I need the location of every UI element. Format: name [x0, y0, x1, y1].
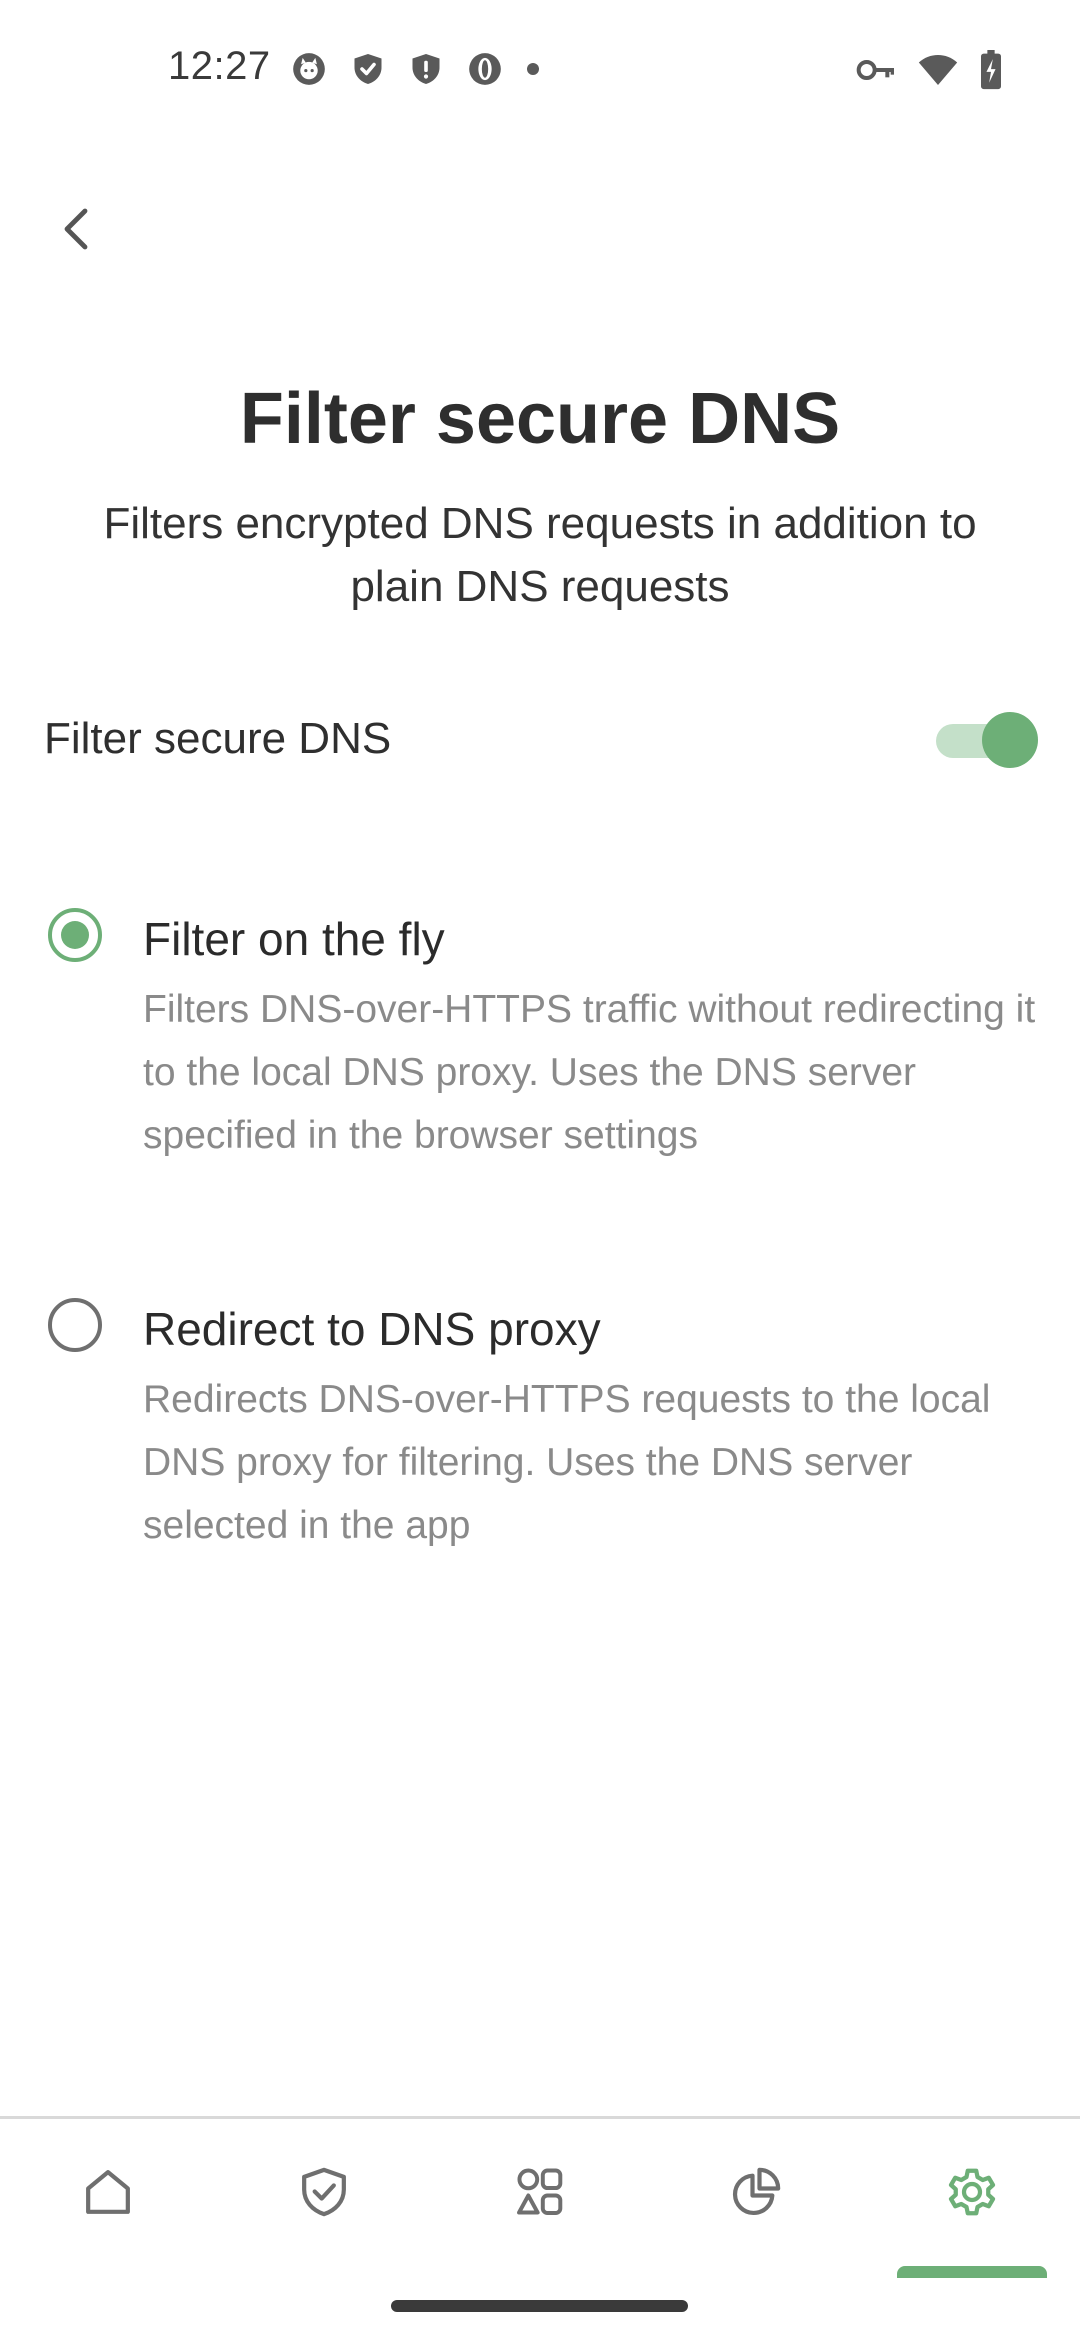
option-redirect-to-dns-proxy[interactable]: Redirect to DNS proxy Redirects DNS-over…: [0, 1290, 1080, 1570]
nav-home[interactable]: [0, 2119, 216, 2269]
nav-protection[interactable]: [216, 2119, 432, 2269]
gear-icon: [942, 2162, 1002, 2227]
switch-thumb: [982, 712, 1038, 768]
status-bar: 12:27: [0, 0, 1080, 140]
status-time: 12:27: [168, 44, 271, 88]
opera-icon: [466, 50, 504, 88]
option-description: Filters DNS-over-HTTPS traffic without r…: [143, 988, 1036, 1157]
filter-secure-dns-toggle-row[interactable]: Filter secure DNS: [0, 690, 1080, 790]
back-button[interactable]: [42, 196, 112, 266]
shield-check-icon: [296, 2164, 352, 2225]
option-title: Redirect to DNS proxy: [143, 1303, 601, 1355]
gesture-navigation-bar[interactable]: [391, 2300, 688, 2312]
status-icons-left: [290, 50, 540, 88]
option-filter-on-the-fly[interactable]: Filter on the fly Filters DNS-over-HTTPS…: [0, 900, 1080, 1180]
nav-apps[interactable]: [432, 2119, 648, 2269]
battery-charging-icon: [980, 50, 1002, 90]
github-cat-icon: [290, 50, 328, 88]
active-tab-indicator: [897, 2266, 1047, 2278]
nav-statistics[interactable]: [648, 2119, 864, 2269]
shield-check-icon: [350, 50, 386, 88]
home-icon: [80, 2164, 136, 2225]
page-title: Filter secure DNS: [239, 379, 841, 459]
wifi-icon: [918, 53, 958, 87]
status-icons-right: [856, 50, 1002, 90]
vpn-key-icon: [856, 55, 896, 85]
toggle-label: Filter secure DNS: [44, 714, 392, 763]
radio-redirect-to-dns-proxy[interactable]: [48, 1298, 102, 1352]
nav-settings[interactable]: [864, 2119, 1080, 2269]
page-subtitle: Filters encrypted DNS requests in additi…: [103, 499, 977, 611]
pie-chart-icon: [728, 2164, 784, 2225]
option-description: Redirects DNS-over-HTTPS requests to the…: [143, 1378, 991, 1547]
filter-secure-dns-switch[interactable]: [936, 712, 1038, 768]
radio-filter-on-the-fly[interactable]: [48, 908, 102, 962]
shield-alert-icon: [408, 50, 444, 88]
option-title: Filter on the fly: [143, 913, 445, 965]
notification-dot-icon: [526, 62, 540, 76]
chevron-left-icon: [57, 205, 97, 258]
apps-grid-icon: [512, 2164, 568, 2225]
